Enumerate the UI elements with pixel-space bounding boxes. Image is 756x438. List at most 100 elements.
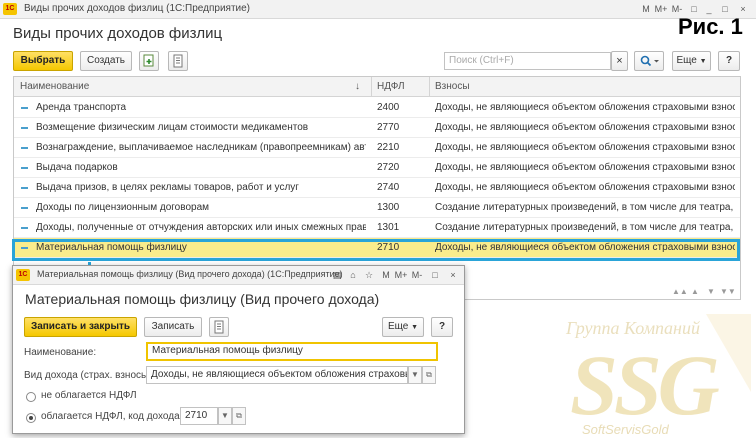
item-marker-icon [21, 147, 28, 149]
help-button[interactable]: ? [718, 51, 740, 71]
income-type-open-button[interactable]: ⧉ [422, 366, 436, 384]
save-button[interactable]: Записать [144, 317, 202, 337]
income-code-field[interactable]: 2710 [180, 407, 218, 425]
1c-app-icon: 1С [16, 269, 30, 281]
create-button[interactable]: Создать [80, 51, 132, 71]
scroll-to-bottom-button[interactable]: ▼▼ [720, 286, 736, 298]
radio-not-taxed-label: не облагается НДФЛ [41, 390, 137, 401]
table-row[interactable]: Вознаграждение, выплачиваемое наследника… [14, 138, 740, 158]
dropdown-icon: ▼ [221, 411, 229, 420]
row-contributions: Доходы, не являющиеся объектом обложения… [435, 102, 735, 113]
memory-m-button[interactable]: M [380, 268, 392, 282]
memory-m-button[interactable]: M [640, 2, 652, 16]
radio-taxed-label: облагается НДФЛ, код дохода: [41, 411, 183, 422]
memory-plus-button[interactable]: M+ [654, 2, 668, 16]
row-name: Доходы по лицензионным договорам [36, 202, 210, 213]
row-ndfl-code: 2770 [377, 122, 400, 133]
income-type-label: Вид дохода (страх. взносы): [24, 370, 155, 381]
row-name: Выдача призов, в целях рекламы товаров, … [36, 182, 299, 193]
item-marker-icon [21, 207, 28, 209]
income-code-dropdown-button[interactable]: ▼ [218, 407, 232, 425]
row-ndfl-code: 2740 [377, 182, 400, 193]
item-marker-icon [21, 227, 28, 229]
search-clear-button[interactable]: × [611, 51, 628, 71]
table-header: Наименование ↓ НДФЛ Взносы [14, 77, 740, 97]
row-name: Доходы, полученные от отчуждения авторск… [36, 222, 366, 233]
name-label: Наименование: [24, 347, 97, 358]
row-ndfl-code: 1301 [377, 222, 400, 233]
scroll-up-button[interactable]: ▲ [688, 286, 702, 298]
more-button[interactable]: Еще ▼ [672, 51, 711, 71]
radio-taxed[interactable] [26, 413, 36, 423]
row-contributions: Доходы, не являющиеся объектом обложения… [435, 182, 735, 193]
row-name: Вознаграждение, выплачиваемое наследника… [36, 142, 366, 153]
child-close-button[interactable]: × [446, 268, 460, 282]
item-marker-icon [21, 127, 28, 129]
form-help-button[interactable]: ? [431, 317, 453, 337]
open-icon: ⧉ [236, 411, 242, 420]
item-marker-icon [21, 167, 28, 169]
search-input[interactable]: Поиск (Ctrl+F) [444, 52, 611, 70]
income-code-open-button[interactable]: ⧉ [232, 407, 246, 425]
item-marker-icon [21, 107, 28, 109]
search-button[interactable] [634, 51, 664, 71]
memory-plus-button[interactable]: M+ [394, 268, 408, 282]
name-field[interactable]: Материальная помощь физлицу [146, 342, 438, 361]
item-marker-icon [21, 187, 28, 189]
table-row[interactable]: Доходы, полученные от отчуждения авторск… [14, 218, 740, 238]
selection-highlight-frame [12, 239, 740, 261]
dropdown-icon: ▼ [411, 370, 419, 379]
more-button-label: Еще [676, 55, 697, 66]
form-more-button[interactable]: Еще ▼ [382, 317, 424, 337]
child-window-title: Материальная помощь физлицу (Вид прочего… [37, 269, 343, 279]
row-ndfl-code: 2720 [377, 162, 400, 173]
row-ndfl-code: 2400 [377, 102, 400, 113]
income-type-form-window: 1С Материальная помощь физлицу (Вид проч… [12, 265, 465, 434]
report-icon[interactable]: ▤ [330, 268, 344, 282]
page-title: Виды прочих доходов физлиц [13, 25, 223, 42]
row-contributions: Доходы, не являющиеся объектом обложения… [435, 162, 735, 173]
main-window-title: Виды прочих доходов физлиц (1С:Предприят… [24, 3, 251, 14]
link-icon[interactable]: ⌂ [346, 268, 360, 282]
svg-text:Группа Компаний: Группа Компаний [565, 318, 700, 338]
scroll-to-top-button[interactable]: ▲▲ [672, 286, 688, 298]
favorite-icon[interactable]: ☆ [362, 268, 376, 282]
figure-caption: Рис. 1 [678, 14, 743, 39]
search-icon [640, 55, 659, 67]
row-contributions: Доходы, не являющиеся объектом обложения… [435, 122, 735, 133]
svg-text:SSG: SSG [570, 337, 720, 433]
1c-app-icon: 1С [3, 3, 17, 15]
open-icon: ⧉ [426, 370, 432, 379]
radio-not-taxed[interactable] [26, 392, 36, 402]
row-contributions: Доходы, не являющиеся объектом обложения… [435, 142, 735, 153]
window-mode-button[interactable]: □ [428, 268, 442, 282]
select-button[interactable]: Выбрать [13, 51, 73, 71]
column-header-name[interactable]: Наименование [20, 77, 89, 97]
table-row[interactable]: Доходы по лицензионным договорам 1300 Со… [14, 198, 740, 218]
form-heading: Материальная помощь физлицу (Вид прочего… [25, 291, 380, 307]
form-more-label: Еще [387, 321, 409, 332]
scroll-down-button[interactable]: ▼ [704, 286, 718, 298]
list-settings-button[interactable] [168, 51, 188, 71]
table-row[interactable]: Аренда транспорта 2400 Доходы, не являющ… [14, 98, 740, 118]
column-header-ndfl[interactable]: НДФЛ [377, 77, 405, 97]
dropdown-icon: ▼ [411, 324, 419, 331]
row-contributions: Создание литературных произведений, в то… [435, 222, 735, 233]
save-and-close-button[interactable]: Записать и закрыть [24, 317, 137, 337]
copy-add-icon [143, 54, 154, 67]
table-row[interactable]: Выдача призов, в целях рекламы товаров, … [14, 178, 740, 198]
ssg-logo-decoration: Группа Компаний SSG SoftServisGold [565, 314, 751, 437]
income-type-dropdown-button[interactable]: ▼ [408, 366, 422, 384]
table-row[interactable]: Выдача подарков 2720 Доходы, не являющие… [14, 158, 740, 178]
memory-minus-button[interactable]: M- [410, 268, 424, 282]
ssg-logo-graphic: Группа Компаний SSG SoftServisGold [565, 314, 751, 437]
column-header-contributions[interactable]: Взносы [435, 77, 470, 97]
row-name: Возмещение физическим лицам стоимости ме… [36, 122, 309, 133]
child-window-titlebar: 1С Материальная помощь физлицу (Вид проч… [13, 266, 464, 285]
row-contributions: Создание литературных произведений, в то… [435, 202, 735, 213]
table-row[interactable]: Возмещение физическим лицам стоимости ме… [14, 118, 740, 138]
create-by-copy-button[interactable] [139, 51, 159, 71]
income-type-field[interactable]: Доходы, не являющиеся объектом обложения… [146, 366, 408, 384]
form-settings-button[interactable] [209, 317, 229, 337]
sort-indicator-icon: ↓ [355, 81, 360, 92]
